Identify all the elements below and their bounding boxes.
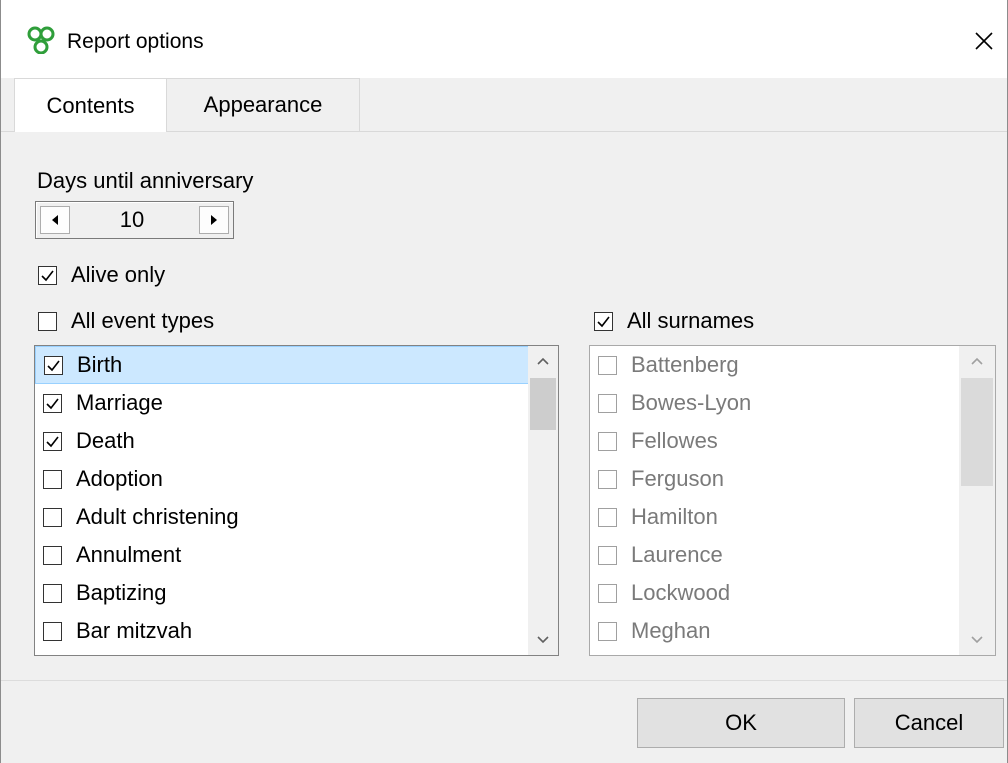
all-event-types-label: All event types bbox=[71, 308, 215, 333]
checkmark-icon bbox=[41, 270, 54, 281]
all-surnames-label: All surnames bbox=[627, 308, 755, 333]
close-button[interactable] bbox=[961, 18, 1007, 64]
list-item[interactable]: Death bbox=[35, 422, 530, 460]
list-item[interactable]: Hamilton bbox=[590, 498, 960, 536]
chevron-up-icon bbox=[537, 357, 549, 365]
surnames-scrollbar[interactable] bbox=[959, 346, 995, 655]
alive-only-checkbox[interactable]: Alive only bbox=[38, 262, 165, 288]
report-options-dialog: Report options Contents Appearance Days … bbox=[0, 0, 1008, 763]
arrow-right-icon bbox=[211, 215, 217, 225]
event-types-list[interactable]: Birth Marriage Death Adoption Adult chri… bbox=[34, 345, 559, 656]
close-icon bbox=[975, 32, 993, 50]
ok-button[interactable]: OK bbox=[637, 698, 845, 748]
list-item[interactable]: Laurence bbox=[590, 536, 960, 574]
chevron-down-icon bbox=[537, 636, 549, 644]
list-item[interactable]: Fellowes bbox=[590, 422, 960, 460]
list-item[interactable]: Bar mitzvah bbox=[35, 612, 530, 650]
title-bar[interactable]: Report options bbox=[1, 0, 1007, 78]
list-item[interactable]: Bowes-Lyon bbox=[590, 384, 960, 422]
scroll-up-button[interactable] bbox=[528, 346, 558, 376]
list-item[interactable]: Adult christening bbox=[35, 498, 530, 536]
scroll-thumb[interactable] bbox=[961, 378, 993, 486]
tab-bar: Contents Appearance bbox=[1, 78, 1007, 133]
scroll-up-button[interactable] bbox=[959, 346, 995, 376]
scroll-thumb[interactable] bbox=[530, 378, 556, 430]
tab-appearance[interactable]: Appearance bbox=[167, 78, 360, 132]
chevron-down-icon bbox=[971, 636, 983, 644]
tab-contents[interactable]: Contents bbox=[14, 78, 167, 133]
decrement-button[interactable] bbox=[40, 206, 70, 234]
list-item[interactable]: Meghan bbox=[590, 612, 960, 650]
arrow-left-icon bbox=[52, 215, 58, 225]
list-item[interactable]: Annulment bbox=[35, 536, 530, 574]
checkbox-box bbox=[594, 311, 613, 331]
checkmark-icon bbox=[597, 316, 610, 327]
scroll-down-button[interactable] bbox=[528, 625, 558, 655]
all-surnames-checkbox[interactable]: All surnames bbox=[594, 308, 754, 334]
days-stepper[interactable]: 10 bbox=[35, 201, 234, 239]
checkmark-icon bbox=[46, 398, 59, 409]
list-item[interactable]: Marriage bbox=[35, 384, 530, 422]
list-item[interactable]: Adoption bbox=[35, 460, 530, 498]
all-event-types-checkbox[interactable]: All event types bbox=[38, 308, 214, 334]
contents-panel: Days until anniversary 10 Alive only All… bbox=[1, 132, 1007, 680]
checkbox-box bbox=[38, 311, 57, 331]
event-types-scrollbar[interactable] bbox=[528, 346, 558, 655]
list-item[interactable]: Lockwood bbox=[590, 574, 960, 612]
list-item[interactable]: Birth bbox=[35, 346, 530, 384]
alive-only-label: Alive only bbox=[71, 262, 166, 287]
days-value[interactable]: 10 bbox=[86, 206, 178, 234]
dialog-footer: OK Cancel bbox=[1, 680, 1007, 763]
checkmark-icon bbox=[47, 360, 60, 371]
surnames-list[interactable]: Battenberg Bowes-Lyon Fellowes Ferguson … bbox=[589, 345, 996, 656]
chevron-up-icon bbox=[971, 357, 983, 365]
list-item[interactable]: Battenberg bbox=[590, 346, 960, 384]
list-item[interactable]: Baptizing bbox=[35, 574, 530, 612]
family-tree-icon bbox=[27, 26, 55, 54]
days-label: Days until anniversary bbox=[37, 168, 254, 193]
increment-button[interactable] bbox=[199, 206, 229, 234]
scroll-down-button[interactable] bbox=[959, 625, 995, 655]
list-item[interactable]: Ferguson bbox=[590, 460, 960, 498]
checkmark-icon bbox=[46, 436, 59, 447]
checkbox-box bbox=[38, 265, 57, 285]
cancel-button[interactable]: Cancel bbox=[854, 698, 1004, 748]
window-title: Report options bbox=[67, 30, 204, 53]
